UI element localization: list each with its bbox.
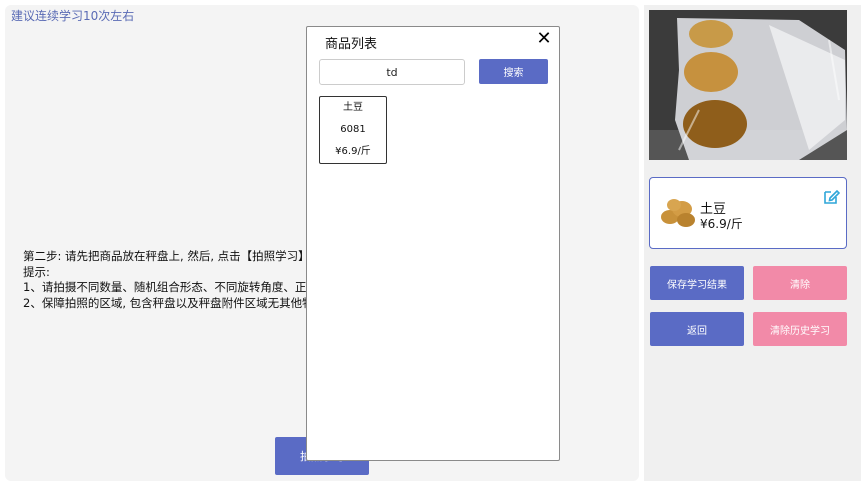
product-list-modal: 商品列表 ✕ 搜索 土豆 6081 ¥6.9/斤 xyxy=(306,26,560,461)
search-input[interactable] xyxy=(319,59,465,85)
instruction-tip-2: 2、保障拍照的区域, 包含秤盘以及秤盘附件区域无其他物 xyxy=(23,295,314,310)
learning-hint: 建议连续学习10次左右 xyxy=(11,9,135,23)
potato-thumbnail xyxy=(661,199,695,227)
back-button[interactable]: 返回 xyxy=(650,312,744,346)
instruction-tip-1: 1、请拍摄不同数量、随机组合形态、不同旋转角度、正 xyxy=(23,280,307,294)
result-name: 土豆 xyxy=(343,102,363,113)
instructions: 第二步: 请先把商品放在秤盘上, 然后, 点击【拍照学习】 提示: 1、请拍摄不… xyxy=(23,249,323,311)
clear-history-button[interactable]: 清除历史学习 xyxy=(753,312,847,346)
close-icon[interactable]: ✕ xyxy=(535,30,553,48)
result-price: ¥6.9/斤 xyxy=(335,146,371,157)
product-result-card[interactable]: 土豆 6081 ¥6.9/斤 xyxy=(319,96,387,164)
modal-title: 商品列表 xyxy=(325,37,378,52)
selected-product-card: 土豆 ¥6.9/斤 xyxy=(649,177,847,249)
camera-photo xyxy=(649,10,847,160)
right-panel: 土豆 ¥6.9/斤 保存学习结果 清除 返回 清除历史学习 xyxy=(644,5,861,481)
result-code: 6081 xyxy=(340,124,366,135)
instruction-step: 第二步: 请先把商品放在秤盘上, 然后, 点击【拍照学习】 xyxy=(23,249,310,263)
potato-bag-image xyxy=(649,10,847,160)
clear-button[interactable]: 清除 xyxy=(753,266,847,300)
edit-icon[interactable] xyxy=(822,188,840,206)
search-button[interactable]: 搜索 xyxy=(479,59,548,84)
save-learning-button[interactable]: 保存学习结果 xyxy=(650,266,744,300)
instruction-tip-label: 提示: xyxy=(23,264,50,279)
product-price: ¥6.9/斤 xyxy=(700,217,743,231)
